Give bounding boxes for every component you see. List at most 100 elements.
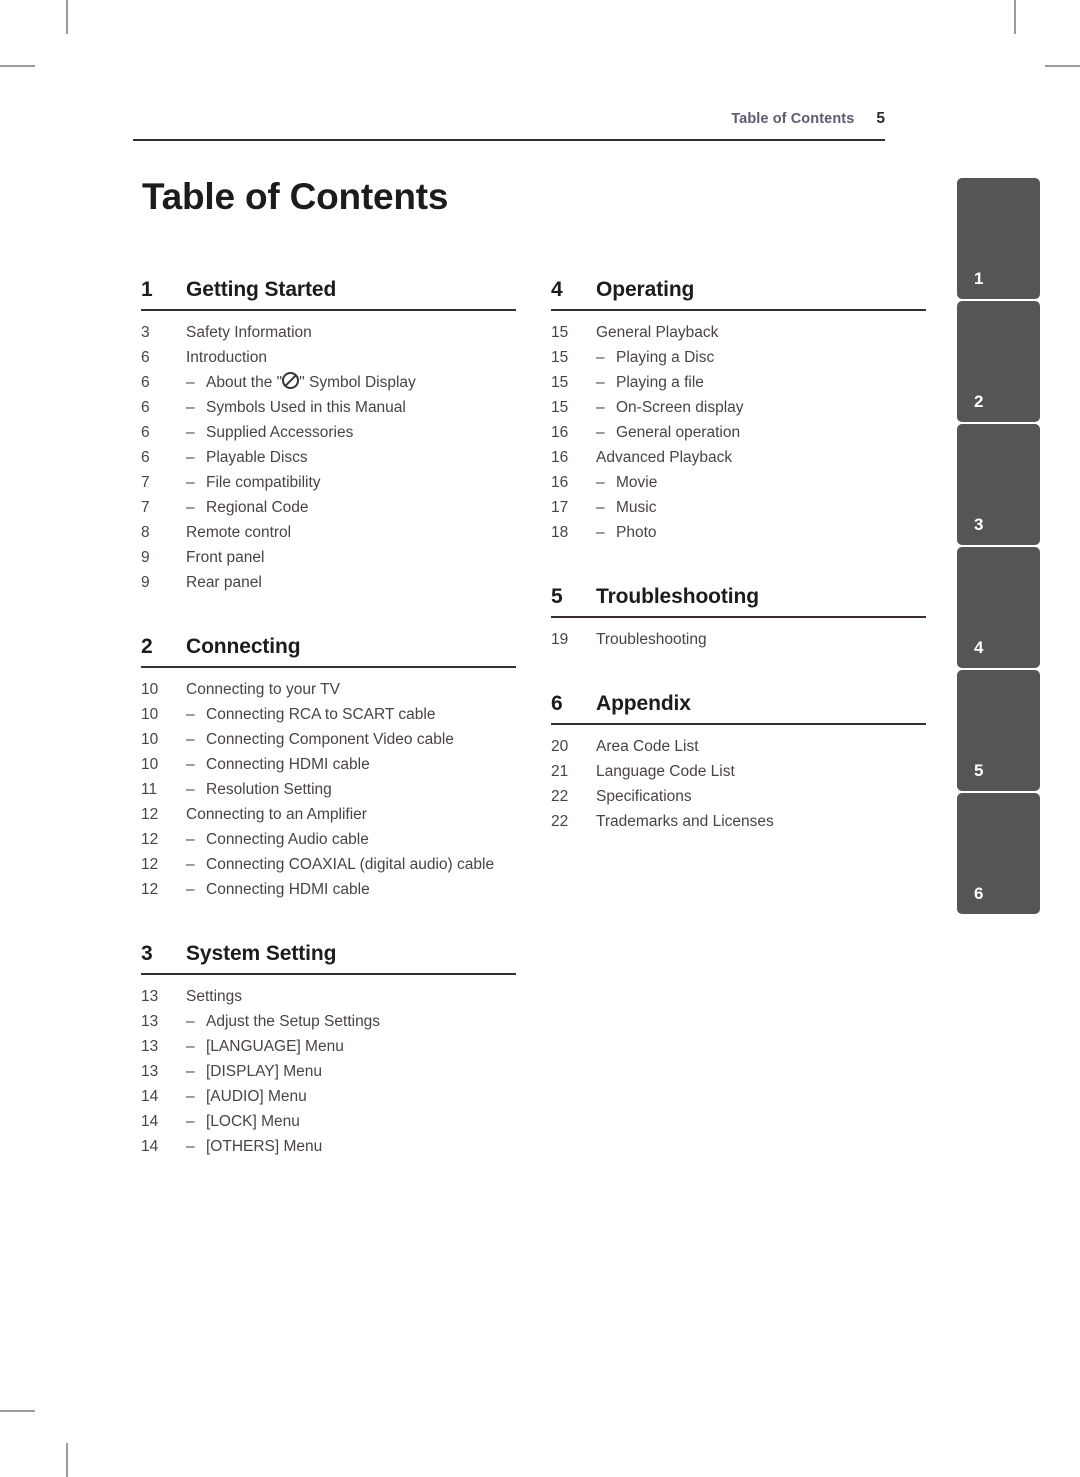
toc-entry-page-number: 9 (141, 549, 150, 566)
toc-entry-dash: – (596, 524, 605, 541)
toc-entry-text: Settings (186, 988, 243, 1005)
toc-entry[interactable]: 11 – Resolution Setting (141, 777, 516, 802)
toc-entry[interactable]: 6 – Symbols Used in this Manual (141, 395, 516, 420)
toc-entry[interactable]: 14 – [LOCK] Menu (141, 1109, 516, 1134)
toc-entry-label: Remote control (186, 520, 516, 545)
toc-section-heading[interactable]: 1 Getting Started (141, 278, 516, 309)
toc-entry-dash: – (596, 399, 605, 416)
toc-entry[interactable]: 10 – Connecting Component Video cable (141, 727, 516, 752)
toc-entry[interactable]: 8 Remote control (141, 520, 516, 545)
toc-entry[interactable]: 20 Area Code List (551, 734, 926, 759)
toc-entry[interactable]: 15 – Playing a file (551, 370, 926, 395)
toc-entry-page-number: 7 (141, 499, 150, 516)
chapter-tab-3[interactable]: 3 (957, 424, 1040, 545)
toc-entry[interactable]: 6 – Playable Discs (141, 445, 516, 470)
toc-entry-label: – Playable Discs (186, 445, 516, 470)
toc-entry-label: – Connecting HDMI cable (186, 752, 516, 777)
toc-entry[interactable]: 10 – Connecting HDMI cable (141, 752, 516, 777)
toc-entry-page-number: 13 (141, 1013, 159, 1030)
toc-section-heading[interactable]: 6 Appendix (551, 692, 926, 723)
toc-entry[interactable]: 16 – Movie (551, 470, 926, 495)
toc-entry[interactable]: 19 Troubleshooting (551, 627, 926, 652)
toc-entry[interactable]: 17 – Music (551, 495, 926, 520)
toc-entry-label: Trademarks and Licenses (596, 809, 926, 834)
toc-entry-text: [DISPLAY] Menu (206, 1063, 323, 1080)
toc-section-rule (141, 973, 516, 975)
chapter-tab-6[interactable]: 6 (957, 793, 1040, 914)
toc-entry-page-number: 17 (551, 499, 569, 516)
toc-entry-page-number: 10 (141, 731, 159, 748)
toc-entry[interactable]: 22 Trademarks and Licenses (551, 809, 926, 834)
toc-entry[interactable]: 3 Safety Information (141, 320, 516, 345)
toc-entry[interactable]: 16 Advanced Playback (551, 445, 926, 470)
toc-entry-label: – [LOCK] Menu (186, 1109, 516, 1134)
toc-entry-label: – Music (596, 495, 926, 520)
toc-entry[interactable]: 15 – Playing a Disc (551, 345, 926, 370)
toc-entry[interactable]: 22 Specifications (551, 784, 926, 809)
toc-entry-page-number: 16 (551, 449, 569, 466)
toc-entry[interactable]: 6 Introduction (141, 345, 516, 370)
toc-entry[interactable]: 9 Front panel (141, 545, 516, 570)
toc-column-left: 1 Getting Started 3 Safety Information 6 Intr… (141, 278, 516, 1159)
toc-entry[interactable]: 13 – [LANGUAGE] Menu (141, 1034, 516, 1059)
toc-entry-dash: – (186, 1138, 195, 1155)
toc-entry[interactable]: 14 – [OTHERS] Menu (141, 1134, 516, 1159)
chapter-tab-1[interactable]: 1 (957, 178, 1040, 299)
chapter-tab-2[interactable]: 2 (957, 301, 1040, 422)
toc-entry-page-number: 10 (141, 681, 159, 698)
header-rule (133, 139, 885, 141)
toc-entry[interactable]: 16 – General operation (551, 420, 926, 445)
chapter-tab-label: 3 (974, 515, 984, 534)
toc-entry-text: Connecting to your TV (186, 681, 340, 698)
toc-entry[interactable]: 13 – Adjust the Setup Settings (141, 1009, 516, 1034)
toc-entry-dash: – (596, 349, 605, 366)
toc-entry-page-number: 10 (141, 756, 159, 773)
toc-entry[interactable]: 15 General Playback (551, 320, 926, 345)
toc-entry-page-number: 12 (141, 856, 159, 873)
toc-section-heading[interactable]: 3 System Setting (141, 942, 516, 973)
toc-entry-label: Troubleshooting (596, 627, 926, 652)
toc-entry-label: – [LANGUAGE] Menu (186, 1034, 516, 1059)
toc-section-heading[interactable]: 4 Operating (551, 278, 926, 309)
toc-section-heading[interactable]: 5 Troubleshooting (551, 585, 926, 616)
toc-entry-text: Area Code List (596, 738, 699, 755)
toc-entry[interactable]: 10 Connecting to your TV (141, 677, 516, 702)
toc-entry[interactable]: 12 – Connecting COAXIAL (digital audio) ca… (141, 852, 516, 877)
toc-entry[interactable]: 7 – Regional Code (141, 495, 516, 520)
toc-entry-page-number: 12 (141, 881, 159, 898)
chapter-tab-4[interactable]: 4 (957, 547, 1040, 668)
toc-entry-page-number: 6 (141, 399, 150, 416)
toc-entry[interactable]: 14 – [AUDIO] Menu (141, 1084, 516, 1109)
toc-entry-label: Connecting to an Amplifier (186, 802, 516, 827)
toc-entry[interactable]: 6 – About the " " Symbol Display (141, 370, 516, 395)
toc-section-number: 2 (141, 635, 153, 658)
toc-section-title: Getting Started (186, 278, 337, 301)
toc-entry[interactable]: 10 – Connecting RCA to SCART cable (141, 702, 516, 727)
toc-entry-text: Connecting to an Amplifier (186, 806, 367, 823)
toc-entry[interactable]: 21 Language Code List (551, 759, 926, 784)
toc-section-heading[interactable]: 2 Connecting (141, 635, 516, 666)
toc-section-number: 5 (551, 585, 563, 608)
toc-entry[interactable]: 15 – On-Screen display (551, 395, 926, 420)
toc-entry-text: [AUDIO] Menu (206, 1088, 307, 1105)
toc-entry-label: Safety Information (186, 320, 516, 345)
toc-entry[interactable]: 12 Connecting to an Amplifier (141, 802, 516, 827)
toc-entry-list: 10 Connecting to your TV 10– Connecting RCA… (141, 677, 516, 902)
chapter-tab-5[interactable]: 5 (957, 670, 1040, 791)
toc-entry[interactable]: 9 Rear panel (141, 570, 516, 595)
toc-entry-page-number: 13 (141, 988, 159, 1005)
toc-entry[interactable]: 12 – Connecting Audio cable (141, 827, 516, 852)
toc-entry-label: – File compatibility (186, 470, 516, 495)
toc-entry[interactable]: 13 – [DISPLAY] Menu (141, 1059, 516, 1084)
toc-entry-dash: – (186, 881, 195, 898)
toc-entry-page-number: 16 (551, 474, 569, 491)
toc-entry-label: Rear panel (186, 570, 516, 595)
toc-entry[interactable]: 7 – File compatibility (141, 470, 516, 495)
toc-entry[interactable]: 6 – Supplied Accessories (141, 420, 516, 445)
toc-entry[interactable]: 12 – Connecting HDMI cable (141, 877, 516, 902)
toc-entry[interactable]: 18 – Photo (551, 520, 926, 545)
toc-entry-label: – [DISPLAY] Menu (186, 1059, 516, 1084)
toc-entry[interactable]: 13 Settings (141, 984, 516, 1009)
toc-entry-text: Front panel (186, 549, 265, 566)
